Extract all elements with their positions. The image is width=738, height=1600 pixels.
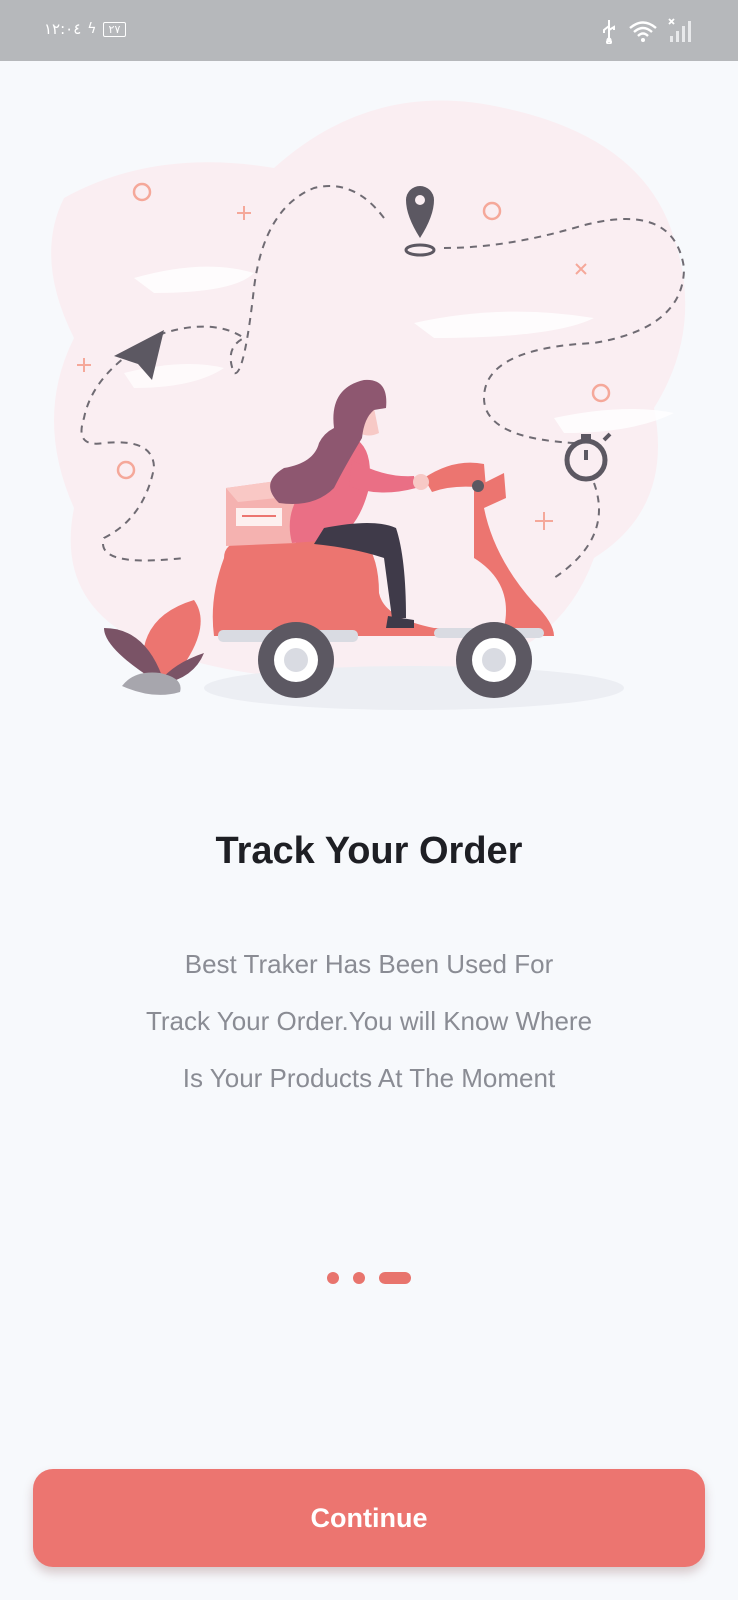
status-time: ١٢:٠٤	[44, 20, 82, 38]
usb-icon	[603, 20, 615, 44]
page-indicator-dot-2[interactable]	[353, 1272, 365, 1284]
description-line: Is Your Products At The Moment	[182, 1063, 556, 1093]
status-right	[600, 18, 694, 44]
page-indicator-dot-3-active[interactable]	[379, 1272, 411, 1284]
delivery-scooter-illustration	[51, 100, 686, 710]
description-line: Best Traker Has Been Used For	[184, 949, 554, 979]
charging-icon: ϟ	[87, 21, 97, 37]
status-bar: ١٢:٠٤ ϟ ٢٧	[0, 0, 738, 61]
page-indicator	[0, 1272, 738, 1284]
continue-button[interactable]: Continue	[33, 1469, 705, 1567]
description-line: Track Your Order.You will Know Where	[145, 1006, 593, 1036]
page-title: Track Your Order	[215, 830, 523, 872]
wifi-icon	[629, 21, 657, 42]
page-indicator-dot-1[interactable]	[327, 1272, 339, 1284]
description-text: Best Traker Has Been Used For Track Your…	[60, 936, 678, 1107]
battery-level: ٢٧	[102, 21, 127, 37]
signal-icon	[668, 18, 691, 42]
status-left: ١٢:٠٤ ϟ ٢٧	[44, 20, 127, 38]
